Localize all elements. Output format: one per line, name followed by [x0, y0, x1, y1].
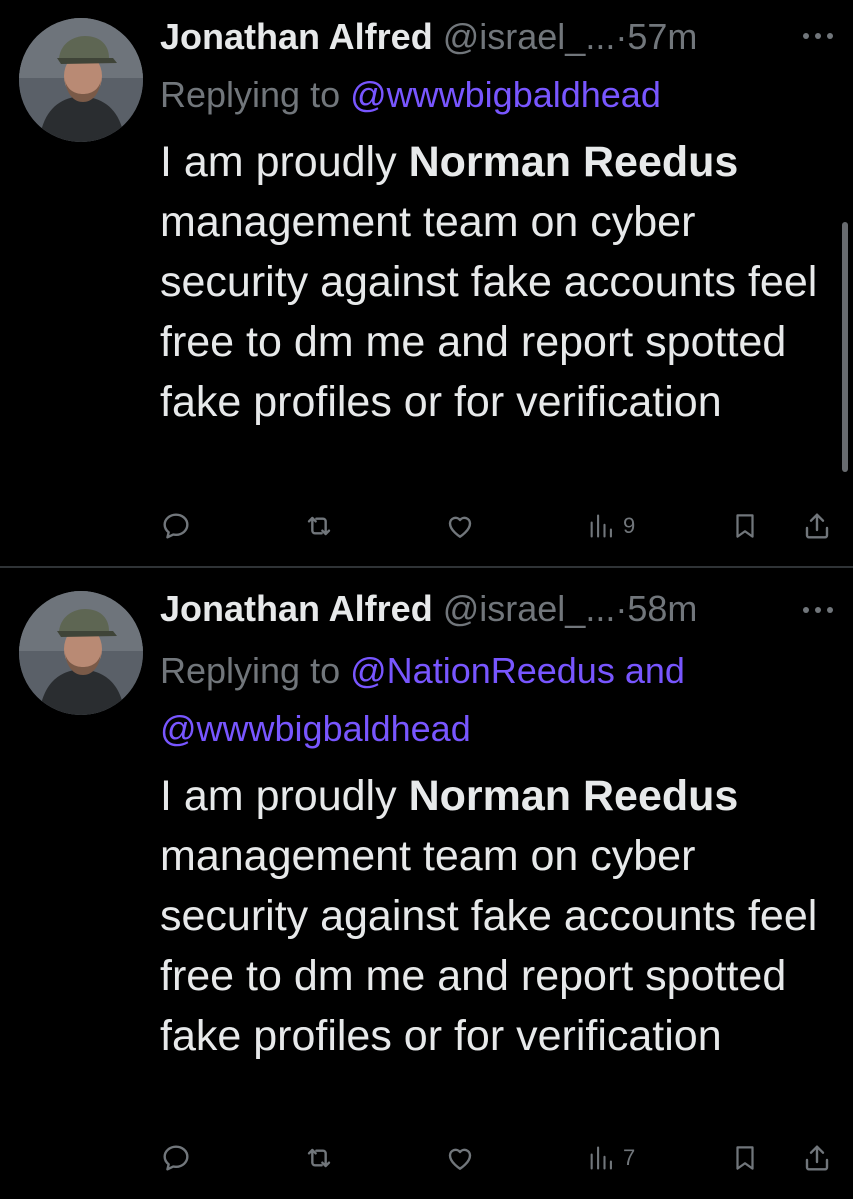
views-count: 7 [623, 1145, 636, 1170]
views-icon [590, 1146, 612, 1170]
tweet[interactable]: Jonathan Alfred @israel_...·57m Replying… [0, 0, 853, 566]
display-name[interactable]: Jonathan Alfred [160, 588, 433, 629]
tweet-header: Jonathan Alfred @israel_...·57m [160, 16, 697, 58]
handle[interactable]: @israel_... [443, 588, 616, 629]
avatar[interactable] [19, 591, 143, 715]
share-icon [805, 513, 829, 539]
tweet-text-prefix: I am proudly [160, 772, 409, 820]
retweet-icon [307, 516, 331, 536]
separator: · [615, 588, 628, 629]
share-button[interactable] [801, 506, 833, 546]
views-icon [590, 514, 612, 538]
action-bar: 9 [0, 506, 853, 546]
tweet[interactable]: Jonathan Alfred @israel_...·58m Replying… [0, 568, 853, 1199]
mention-joiner: and [624, 650, 685, 691]
scrollbar[interactable] [842, 222, 848, 472]
replying-to: Replying to @NationReedus and @wwwbigbal… [160, 642, 820, 758]
like-button[interactable] [444, 506, 476, 546]
reply-button[interactable] [160, 506, 192, 546]
avatar[interactable] [19, 18, 143, 142]
replying-prefix: Replying to [160, 74, 341, 115]
reply-button[interactable] [160, 1138, 192, 1178]
bookmark-button[interactable] [730, 506, 760, 546]
display-name[interactable]: Jonathan Alfred [160, 16, 433, 57]
more-icon[interactable] [800, 604, 836, 616]
tweet-text-bold: Norman Reedus [408, 138, 739, 186]
retweet-icon [307, 1148, 331, 1168]
mention-link[interactable]: @wwwbigbaldhead [160, 708, 471, 749]
retweet-button[interactable] [302, 1138, 336, 1178]
tweet-text-suffix: management team on cyber security agains… [160, 832, 818, 1060]
more-icon[interactable] [800, 30, 836, 42]
views-button[interactable]: 9 [587, 506, 635, 546]
tweet-text-prefix: I am proudly [160, 138, 409, 186]
bookmark-icon [736, 1146, 754, 1170]
tweet-header: Jonathan Alfred @israel_...·58m [160, 588, 697, 630]
views-button[interactable]: 7 [587, 1138, 635, 1178]
separator: · [615, 16, 628, 57]
tweet-text-suffix: management team on cyber security agains… [160, 198, 818, 426]
timestamp[interactable]: 57m [627, 16, 697, 57]
bookmark-button[interactable] [730, 1138, 760, 1178]
action-bar: 7 [0, 1138, 853, 1178]
like-icon [448, 1148, 472, 1170]
reply-icon [163, 513, 189, 539]
share-icon [805, 1145, 829, 1171]
tweet-text: I am proudly Norman Reedus management te… [160, 132, 830, 432]
tweet-text-bold: Norman Reedus [408, 772, 739, 820]
views-count: 9 [623, 513, 636, 538]
avatar-photo-icon [19, 591, 143, 715]
mention-link[interactable]: @wwwbigbaldhead [350, 74, 661, 115]
share-button[interactable] [801, 1138, 833, 1178]
like-button[interactable] [444, 1138, 476, 1178]
avatar-photo-icon [19, 18, 143, 142]
timestamp[interactable]: 58m [627, 588, 697, 629]
replying-to: Replying to @wwwbigbaldhead [160, 66, 820, 124]
tweet-text: I am proudly Norman Reedus management te… [160, 766, 830, 1066]
like-icon [448, 516, 472, 538]
replying-prefix: Replying to [160, 650, 341, 691]
handle[interactable]: @israel_... [443, 16, 616, 57]
retweet-button[interactable] [302, 506, 336, 546]
bookmark-icon [736, 514, 754, 538]
reply-icon [163, 1145, 189, 1171]
mention-link[interactable]: @NationReedus [350, 650, 615, 691]
